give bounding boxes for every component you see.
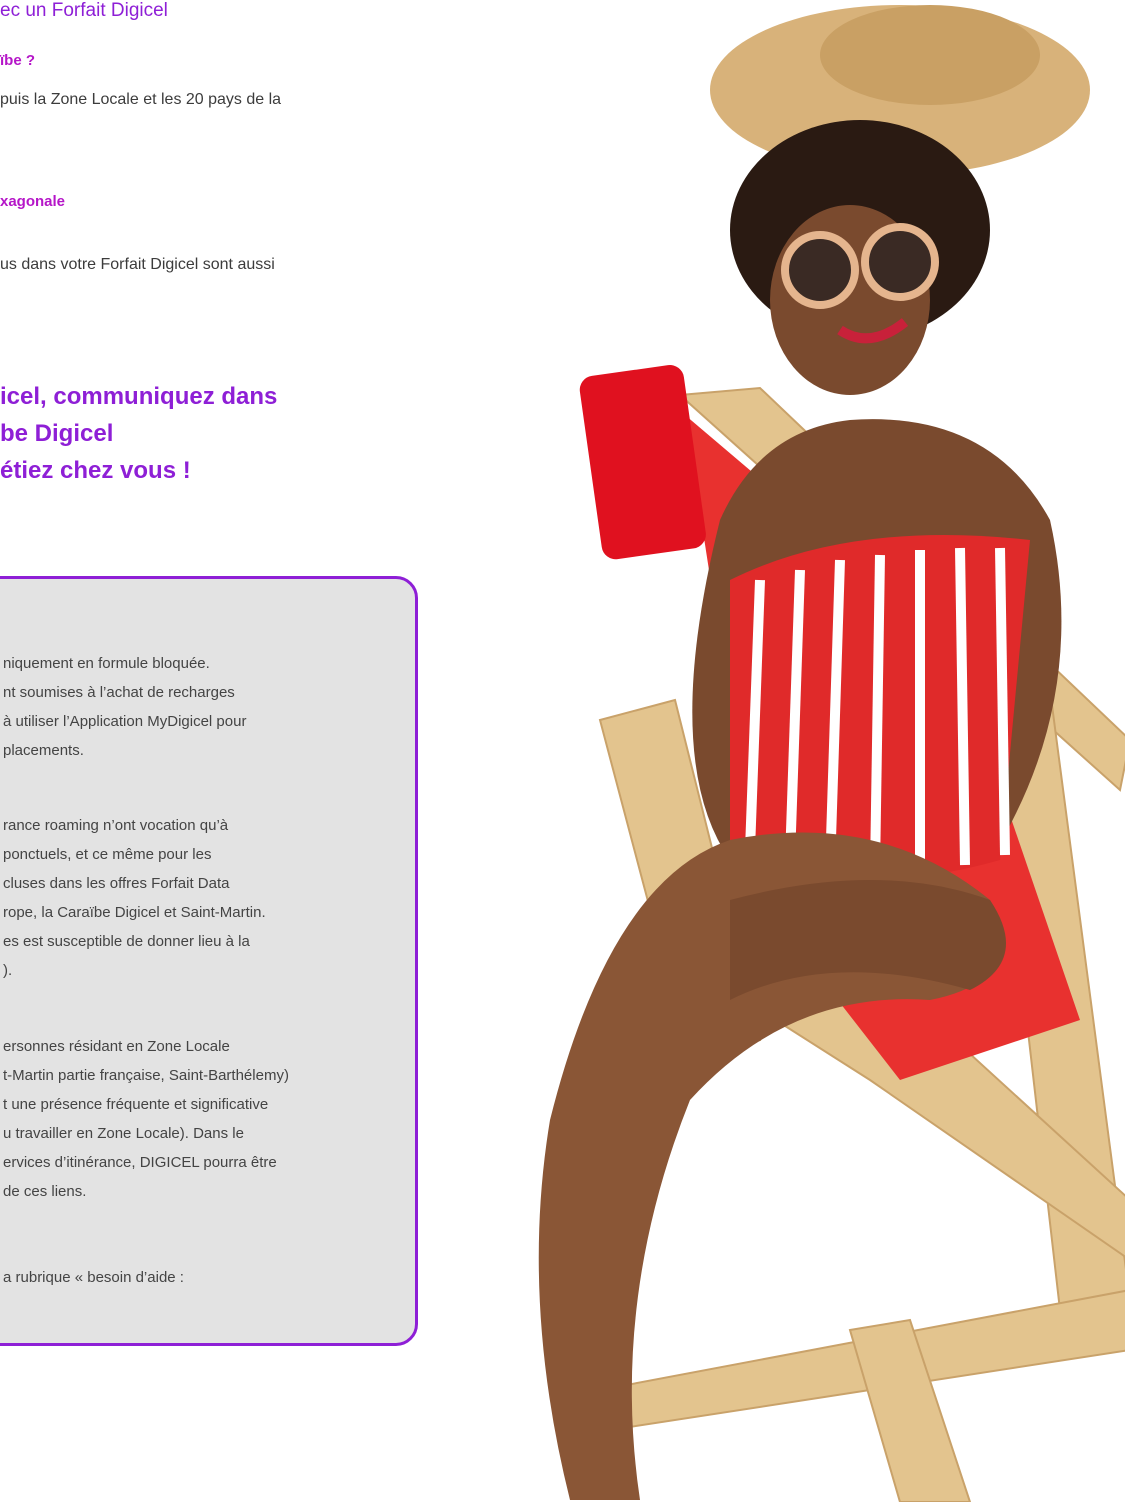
beach-chair-woman-image	[538, 5, 1125, 1502]
conditions-line: de ces liens.	[3, 1183, 87, 1200]
conditions-line: cluses dans les offres Forfait Data	[3, 875, 230, 892]
conditions-line: rance roaming n’ont vocation qu’à	[3, 817, 229, 834]
headline-line: be Digicel	[0, 420, 114, 447]
headline-line: icel, communiquez dans	[0, 383, 278, 410]
conditions-line: ersonnes résidant en Zone Locale	[3, 1038, 230, 1055]
section-heading-hexagonale: xagonale	[0, 193, 66, 210]
headline-line: étiez chez vous !	[0, 457, 191, 484]
red-phone	[579, 365, 706, 560]
conditions-line: rope, la Caraïbe Digicel et Saint-Martin…	[3, 904, 266, 921]
conditions-line: nt soumises à l’achat de recharges	[3, 684, 235, 701]
conditions-line: ervices d’itinérance, DIGICEL pourra êtr…	[3, 1154, 277, 1171]
promo-headline: icel, communiquez dans be Digicel étiez …	[0, 378, 277, 489]
conditions-line: à utiliser l’Application MyDigicel pour	[3, 713, 247, 730]
conditions-line: a rubrique « besoin d’aide :	[3, 1269, 184, 1286]
conditions-line: niquement en formule bloquée.	[3, 655, 210, 672]
conditions-line: t une présence fréquente et significativ…	[3, 1096, 269, 1113]
section-text-caribbean: puis la Zone Locale et les 20 pays de la	[0, 91, 282, 108]
conditions-line: u travailler en Zone Locale). Dans le	[3, 1125, 244, 1142]
conditions-line: t-Martin partie française, Saint-Barthél…	[3, 1067, 289, 1084]
intro-text: ec un Forfait Digicel	[0, 0, 168, 21]
section-heading-caribbean: ïbe ?	[0, 52, 36, 69]
conditions-box: niquement en formule bloquée. nt soumise…	[0, 576, 418, 1346]
conditions-line: es est susceptible de donner lieu à la	[3, 933, 250, 950]
conditions-line: ponctuels, et ce même pour les	[3, 846, 212, 863]
section-text-hexagonale: us dans votre Forfait Digicel sont aussi	[0, 256, 275, 273]
conditions-line: ).	[3, 962, 13, 979]
conditions-line: placements.	[3, 742, 84, 759]
